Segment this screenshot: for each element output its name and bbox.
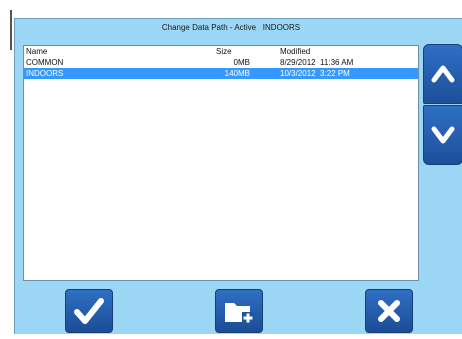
item-name: COMMON [26, 58, 64, 67]
chevron-up-icon [431, 65, 455, 83]
item-modified: 8/29/2012 11:36 AM [280, 57, 353, 68]
scroll-up-button[interactable] [423, 44, 462, 104]
item-time: 11:36 AM [320, 58, 354, 67]
confirm-button[interactable] [65, 289, 113, 333]
list-item[interactable]: COMMON 0MB 8/29/2012 11:36 AM [24, 57, 418, 68]
column-header-modified[interactable]: Modified [280, 46, 310, 57]
data-path-list[interactable]: Name Size Modified COMMON 0MB 8/29/2012 … [23, 45, 419, 281]
active-path-value: INDOORS [262, 23, 301, 32]
item-size: 0MB [233, 58, 250, 67]
frame-divider [10, 10, 12, 50]
item-date: 8/29/2012 [280, 58, 316, 67]
new-folder-button[interactable] [215, 289, 263, 333]
item-date: 10/3/2012 [280, 69, 316, 78]
item-size: 140MB [224, 69, 250, 78]
scroll-down-button[interactable] [423, 105, 462, 165]
column-header-size[interactable]: Size [216, 46, 232, 57]
top-frame [0, 0, 462, 18]
close-icon [378, 300, 400, 322]
item-modified: 10/3/2012 3:22 PM [280, 68, 350, 79]
checkmark-icon [74, 298, 104, 324]
dialog-title-text: Change Data Path - Active [161, 23, 257, 32]
bottom-frame [0, 334, 462, 339]
list-header: Name Size Modified [24, 46, 418, 57]
change-data-path-dialog: Change Data Path - Active INDOORS Name S… [14, 18, 462, 334]
cancel-button[interactable] [365, 289, 413, 333]
chevron-down-icon [431, 126, 455, 144]
list-item-selected[interactable]: INDOORS 140MB 10/3/2012 3:22 PM [24, 68, 418, 79]
dialog-title: Change Data Path - Active INDOORS [15, 23, 447, 32]
item-name: INDOORS [26, 69, 64, 78]
left-frame [0, 0, 14, 339]
new-folder-icon [225, 303, 254, 324]
column-header-name[interactable]: Name [26, 46, 47, 57]
item-time: 3:22 PM [320, 69, 350, 78]
